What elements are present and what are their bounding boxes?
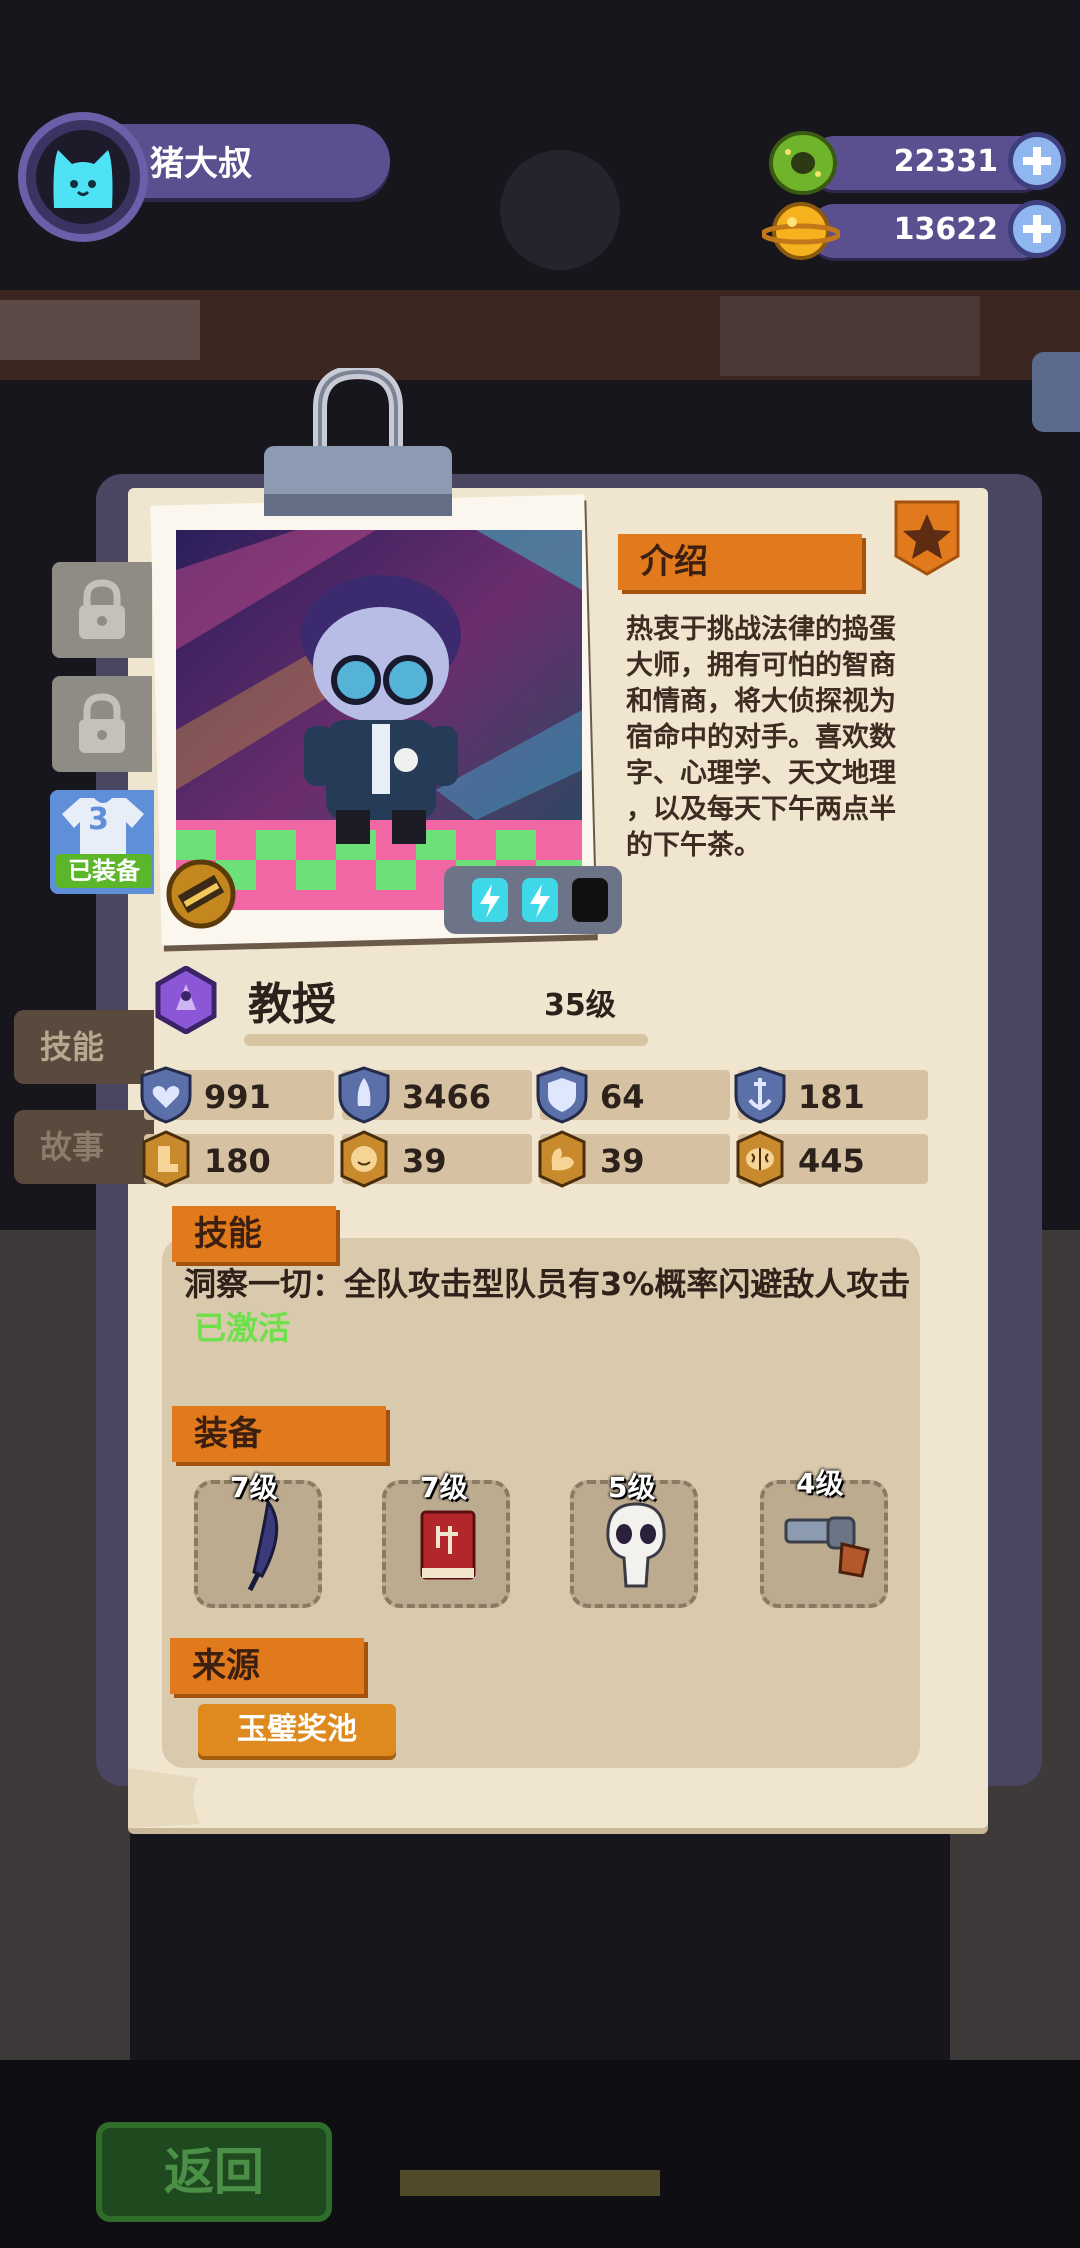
plus-icon bbox=[1023, 215, 1051, 243]
character-portrait bbox=[176, 530, 582, 910]
add-planet-button[interactable] bbox=[1008, 200, 1066, 258]
brain-badge-icon bbox=[736, 1130, 784, 1188]
character-level: 35级 bbox=[544, 988, 616, 1023]
source-tag: 来源 bbox=[170, 1638, 364, 1694]
planet-gem-icon bbox=[762, 202, 840, 260]
donut-coin-icon bbox=[769, 131, 837, 195]
cat-face-icon bbox=[53, 150, 113, 208]
page-curl bbox=[128, 1768, 200, 1828]
stat-attack: 3466 bbox=[338, 1066, 532, 1124]
stat-value: 180 bbox=[204, 1142, 271, 1180]
add-donut-button[interactable] bbox=[1008, 132, 1066, 190]
energy-slots bbox=[444, 866, 622, 934]
skill-status: 已激活 bbox=[194, 1309, 291, 1347]
equipped-outfit-tab[interactable]: 3 已装备 bbox=[50, 790, 154, 894]
intro-tag: 介绍 bbox=[618, 534, 862, 590]
character-name: 教授 bbox=[248, 979, 336, 1030]
umbrella-icon bbox=[247, 1498, 279, 1592]
stat-charm: 39 bbox=[340, 1130, 532, 1188]
back-button[interactable]: 返回 bbox=[96, 2122, 332, 2222]
binder-clip-icon bbox=[264, 368, 452, 516]
locked-outfit-tab-2[interactable] bbox=[52, 676, 152, 772]
locked-outfit-tab-1[interactable] bbox=[52, 562, 152, 658]
red-book-icon bbox=[420, 1510, 476, 1580]
tab-skills[interactable]: 技能 bbox=[14, 1010, 154, 1084]
name-underline bbox=[244, 1034, 648, 1046]
skill-description: 洞察一切：全队攻击型队员有3%概率闪避敌人攻击 已激活 bbox=[184, 1262, 914, 1350]
player-name: 猪大叔 bbox=[150, 144, 252, 184]
stat-value: 181 bbox=[798, 1078, 865, 1116]
right-edge-tab[interactable] bbox=[1032, 352, 1080, 432]
face-badge-icon bbox=[340, 1130, 388, 1188]
stat-value: 3466 bbox=[402, 1078, 492, 1116]
purple-rank-icon bbox=[155, 966, 217, 1034]
stat-value: 991 bbox=[204, 1078, 271, 1116]
skill-text: 洞察一切：全队攻击型队员有3%概率闪避敌人攻击 bbox=[184, 1265, 911, 1303]
star-badge-icon[interactable] bbox=[892, 498, 962, 578]
lock-icon bbox=[79, 579, 125, 639]
lightning-icon bbox=[472, 878, 508, 922]
shield-icon bbox=[536, 1066, 588, 1124]
equipment-level: 4级 bbox=[796, 1467, 844, 1500]
stat-value: 64 bbox=[600, 1078, 645, 1116]
anchor-shield-icon bbox=[734, 1066, 786, 1124]
rocket-shield-icon bbox=[338, 1066, 390, 1124]
equipment-level: 7级 bbox=[420, 1471, 468, 1504]
source-pool-button[interactable]: 玉璧奖池 bbox=[198, 1704, 396, 1756]
revolver-icon bbox=[784, 1516, 870, 1578]
stat-value: 445 bbox=[798, 1142, 865, 1180]
lightning-icon bbox=[522, 878, 558, 922]
stat-strength: 39 bbox=[538, 1130, 730, 1188]
equipped-badge: 已装备 bbox=[56, 854, 152, 888]
boot-badge-icon bbox=[142, 1130, 190, 1188]
empty-slot-icon bbox=[572, 878, 608, 922]
gear-badge-icon bbox=[166, 859, 236, 929]
stat-value: 39 bbox=[600, 1142, 645, 1180]
equipment-level: 5级 bbox=[608, 1471, 656, 1504]
heart-shield-icon bbox=[140, 1066, 192, 1124]
tab-story[interactable]: 故事 bbox=[14, 1110, 154, 1184]
stat-intellect: 445 bbox=[736, 1130, 928, 1188]
stat-speed: 180 bbox=[142, 1130, 334, 1188]
character-description: 热衷于挑战法律的捣蛋 大师，拥有可怕的智商 和情商，将大侦探视为 宿命中的对手。… bbox=[626, 614, 896, 861]
lock-icon bbox=[79, 693, 125, 753]
equipment-tag: 装备 bbox=[172, 1406, 386, 1462]
stat-health: 991 bbox=[140, 1066, 334, 1124]
avatar-background bbox=[36, 130, 130, 224]
skull-icon bbox=[606, 1502, 666, 1588]
outfit-count: 3 bbox=[88, 802, 109, 837]
muscle-badge-icon bbox=[538, 1130, 586, 1188]
stat-defense: 64 bbox=[536, 1066, 730, 1124]
stat-value: 39 bbox=[402, 1142, 447, 1180]
plus-icon bbox=[1023, 147, 1051, 175]
skill-tag: 技能 bbox=[172, 1206, 336, 1262]
stat-resist: 181 bbox=[734, 1066, 928, 1124]
equipment-level: 7级 bbox=[230, 1471, 278, 1504]
